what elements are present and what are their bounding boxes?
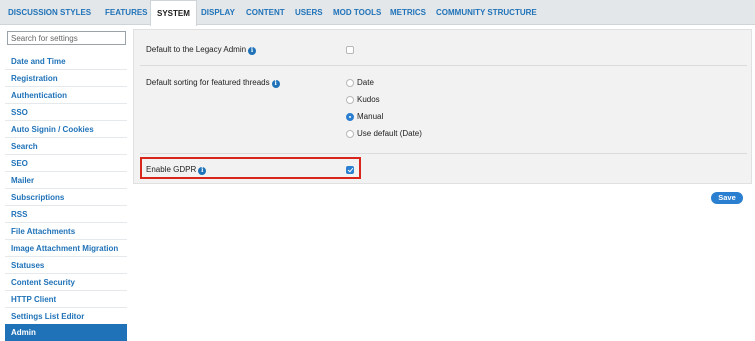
settings-sidebar: Date and Time Registration Authenticatio… — [5, 29, 127, 341]
legacy-admin-checkbox[interactable] — [346, 46, 354, 54]
sidebar-item-rss[interactable]: RSS — [5, 206, 127, 223]
tab-content[interactable]: CONTENT — [246, 0, 285, 25]
top-nav: DISCUSSION STYLES FEATURES SYSTEM DISPLA… — [0, 0, 755, 26]
featured-sorting-setting: Default sorting for featured threads i — [146, 78, 280, 88]
legacy-admin-label: Default to the Legacy Admin — [146, 45, 247, 54]
sidebar-item-sso[interactable]: SSO — [5, 104, 127, 121]
divider — [140, 65, 747, 66]
sidebar-item-authentication[interactable]: Authentication — [5, 87, 127, 104]
sidebar-item-file-attachments[interactable]: File Attachments — [5, 223, 127, 240]
tab-display[interactable]: DISPLAY — [201, 0, 235, 25]
sidebar-item-admin[interactable]: Admin — [5, 324, 127, 341]
sidebar-item-subscriptions[interactable]: Subscriptions — [5, 189, 127, 206]
radio-date-label: Date — [357, 78, 374, 87]
sidebar-item-image-attachment-migration[interactable]: Image Attachment Migration — [5, 240, 127, 257]
sidebar-item-http-client[interactable]: HTTP Client — [5, 291, 127, 308]
sidebar-item-auto-signin[interactable]: Auto Signin / Cookies — [5, 121, 127, 138]
gdpr-highlight-box — [140, 157, 361, 179]
sidebar-item-settings-list-editor[interactable]: Settings List Editor — [5, 308, 127, 325]
sidebar-item-seo[interactable]: SEO — [5, 155, 127, 172]
sidebar-item-mailer[interactable]: Mailer — [5, 172, 127, 189]
sidebar-item-date-and-time[interactable]: Date and Time — [5, 53, 127, 70]
sidebar-item-statuses[interactable]: Statuses — [5, 257, 127, 274]
divider — [140, 153, 747, 154]
tab-users[interactable]: USERS — [295, 0, 323, 25]
tab-metrics[interactable]: METRICS — [390, 0, 426, 25]
radio-manual-label: Manual — [357, 112, 384, 121]
tab-community-structure[interactable]: COMMUNITY STRUCTURE — [436, 0, 537, 25]
tab-features[interactable]: FEATURES — [105, 0, 148, 25]
radio-kudos-label: Kudos — [357, 95, 380, 104]
legacy-admin-setting: Default to the Legacy Admin i — [146, 45, 257, 55]
info-icon[interactable]: i — [271, 80, 280, 88]
info-icon[interactable]: i — [248, 47, 257, 55]
save-button[interactable]: Save — [711, 192, 743, 204]
radio-date[interactable] — [346, 79, 354, 87]
tab-mod-tools[interactable]: MOD TOOLS — [333, 0, 381, 25]
sidebar-item-registration[interactable]: Registration — [5, 70, 127, 87]
tab-discussion-styles[interactable]: DISCUSSION STYLES — [8, 0, 91, 25]
sidebar-item-content-security[interactable]: Content Security — [5, 274, 127, 291]
settings-search-input[interactable] — [7, 31, 126, 45]
featured-sorting-label: Default sorting for featured threads — [146, 78, 270, 87]
tab-system[interactable]: SYSTEM — [150, 0, 197, 26]
radio-use-default[interactable] — [346, 130, 354, 138]
radio-manual[interactable] — [346, 113, 354, 121]
radio-kudos[interactable] — [346, 96, 354, 104]
sidebar-item-search[interactable]: Search — [5, 138, 127, 155]
radio-use-default-label: Use default (Date) — [357, 129, 422, 138]
